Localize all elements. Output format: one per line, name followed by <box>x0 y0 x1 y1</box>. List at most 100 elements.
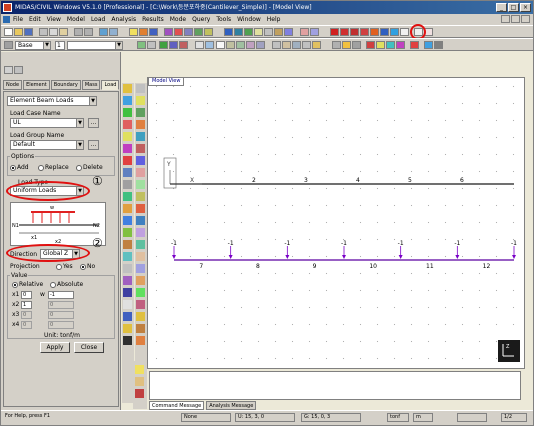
message-save-icon[interactable] <box>135 377 144 386</box>
close-button[interactable]: × <box>520 3 531 12</box>
load-case-select[interactable]: UL ▼ <box>10 118 84 128</box>
render-icon[interactable] <box>169 41 178 49</box>
radio-absolute[interactable] <box>50 281 56 288</box>
rotate-tool-icon[interactable] <box>123 264 132 273</box>
result-tool-icon[interactable] <box>136 324 145 333</box>
status-length-unit[interactable]: m <box>413 413 433 422</box>
radio-replace[interactable] <box>38 164 44 171</box>
label-icon[interactable] <box>310 28 319 36</box>
redo-icon[interactable] <box>84 28 93 36</box>
model-view-icon[interactable] <box>216 41 225 49</box>
reaction-icon[interactable] <box>366 41 375 49</box>
radio-delete[interactable] <box>76 164 82 171</box>
copy-icon[interactable] <box>49 28 58 36</box>
snap-tool-icon[interactable] <box>136 120 145 129</box>
save-icon[interactable] <box>24 28 33 36</box>
preview-icon[interactable] <box>109 28 118 36</box>
mode-icon[interactable] <box>410 41 419 49</box>
option-delete[interactable]: Delete <box>76 164 103 171</box>
select-window-icon[interactable] <box>129 28 138 36</box>
origin-tool-icon[interactable] <box>123 336 132 345</box>
release-icon[interactable] <box>370 28 379 36</box>
result-icon[interactable] <box>352 41 361 49</box>
link-tool-icon[interactable] <box>136 216 145 225</box>
status-extra-box[interactable] <box>457 413 487 422</box>
value-absolute[interactable]: Absolute <box>50 281 83 288</box>
truss-tool-icon[interactable] <box>136 156 145 165</box>
section-tool-icon[interactable] <box>136 252 145 261</box>
model-view-canvas[interactable]: Y X 2 3 4 5 6 -1 -1 -1 -1 -1 -1 -1 7 8 9 10 11 12 Z <box>147 77 525 369</box>
close-panel-button[interactable]: Close <box>74 342 104 353</box>
hidden-tool-icon[interactable] <box>136 336 145 345</box>
label-tool-icon[interactable] <box>136 96 145 105</box>
radio-relative[interactable] <box>12 281 18 288</box>
beam-tool-icon[interactable] <box>136 144 145 153</box>
zoom-window-icon[interactable] <box>234 28 243 36</box>
spring-icon[interactable] <box>360 28 369 36</box>
minimize-button[interactable]: _ <box>496 3 507 12</box>
rotate-icon[interactable] <box>254 28 263 36</box>
grid-tool-icon[interactable] <box>136 108 145 117</box>
query-tool-icon[interactable] <box>136 300 145 309</box>
row-w1-input[interactable]: -1 <box>48 291 74 299</box>
load-case-icon[interactable] <box>380 28 389 36</box>
node-icon[interactable] <box>184 28 193 36</box>
top-view-icon[interactable] <box>284 28 293 36</box>
option-icon[interactable] <box>434 41 443 49</box>
check-icon[interactable] <box>332 41 341 49</box>
view-count-field[interactable]: 1 <box>55 41 65 50</box>
unit-icon[interactable] <box>4 41 13 49</box>
menu-load[interactable]: Load <box>91 16 105 23</box>
menu-results[interactable]: Results <box>142 16 164 23</box>
material-tool-icon[interactable] <box>136 264 145 273</box>
menu-query[interactable]: Query <box>192 16 210 23</box>
open-file-icon[interactable] <box>14 28 23 36</box>
nodal-load-icon[interactable] <box>390 28 399 36</box>
section-icon[interactable] <box>236 41 245 49</box>
tab-element[interactable]: Element <box>23 80 50 90</box>
message-clear-icon[interactable] <box>135 365 144 374</box>
merge-tool-icon[interactable] <box>123 240 132 249</box>
line-icon[interactable] <box>179 41 188 49</box>
move-tool-icon[interactable] <box>123 204 132 213</box>
tab-node[interactable]: Node <box>3 80 23 90</box>
print-icon[interactable] <box>99 28 108 36</box>
load-group-more-button[interactable]: ... <box>88 140 99 150</box>
orbit-tool-icon[interactable] <box>123 324 132 333</box>
radio-projection-no[interactable] <box>80 263 86 270</box>
coordinate-icon[interactable] <box>292 41 301 49</box>
value-relative[interactable]: Relative <box>12 281 43 288</box>
plate-tool-icon[interactable] <box>136 168 145 177</box>
table-tool-icon[interactable] <box>136 312 145 321</box>
load-tool-icon[interactable] <box>123 156 132 165</box>
tab-command-message[interactable]: Command Message <box>149 401 205 410</box>
pointer-icon[interactable] <box>205 41 214 49</box>
select-all-icon[interactable] <box>149 28 158 36</box>
radio-add[interactable] <box>10 164 16 171</box>
renumber-tool-icon[interactable] <box>123 288 132 297</box>
command-message-window[interactable] <box>149 371 521 400</box>
tab-analysis-message[interactable]: Analysis Message <box>206 401 257 410</box>
material-icon[interactable] <box>246 41 255 49</box>
row-x2-input[interactable]: 1 <box>21 301 32 309</box>
apply-button[interactable]: Apply <box>40 342 70 353</box>
panel-icon-2[interactable] <box>14 66 23 74</box>
shrink-icon[interactable] <box>147 41 156 49</box>
maximize-button[interactable]: □ <box>508 3 519 12</box>
load-case-more-button[interactable]: ... <box>88 118 99 128</box>
property-icon[interactable] <box>204 28 213 36</box>
menu-model[interactable]: Model <box>67 16 85 23</box>
mdi-close-button[interactable] <box>521 15 530 23</box>
report-icon[interactable] <box>424 41 433 49</box>
menu-tools[interactable]: Tools <box>216 16 231 23</box>
zoom-fit-icon[interactable] <box>224 28 233 36</box>
display-icon[interactable] <box>300 28 309 36</box>
perspective-icon[interactable] <box>159 41 168 49</box>
check-tool-icon[interactable] <box>123 300 132 309</box>
inactivate-icon[interactable] <box>174 28 183 36</box>
display-tool-icon[interactable] <box>136 84 145 93</box>
hidden-icon[interactable] <box>137 41 146 49</box>
option-replace[interactable]: Replace <box>38 164 69 171</box>
load-type-select[interactable]: Element Beam Loads ▼ <box>7 96 97 106</box>
analyze-icon[interactable] <box>342 41 351 49</box>
